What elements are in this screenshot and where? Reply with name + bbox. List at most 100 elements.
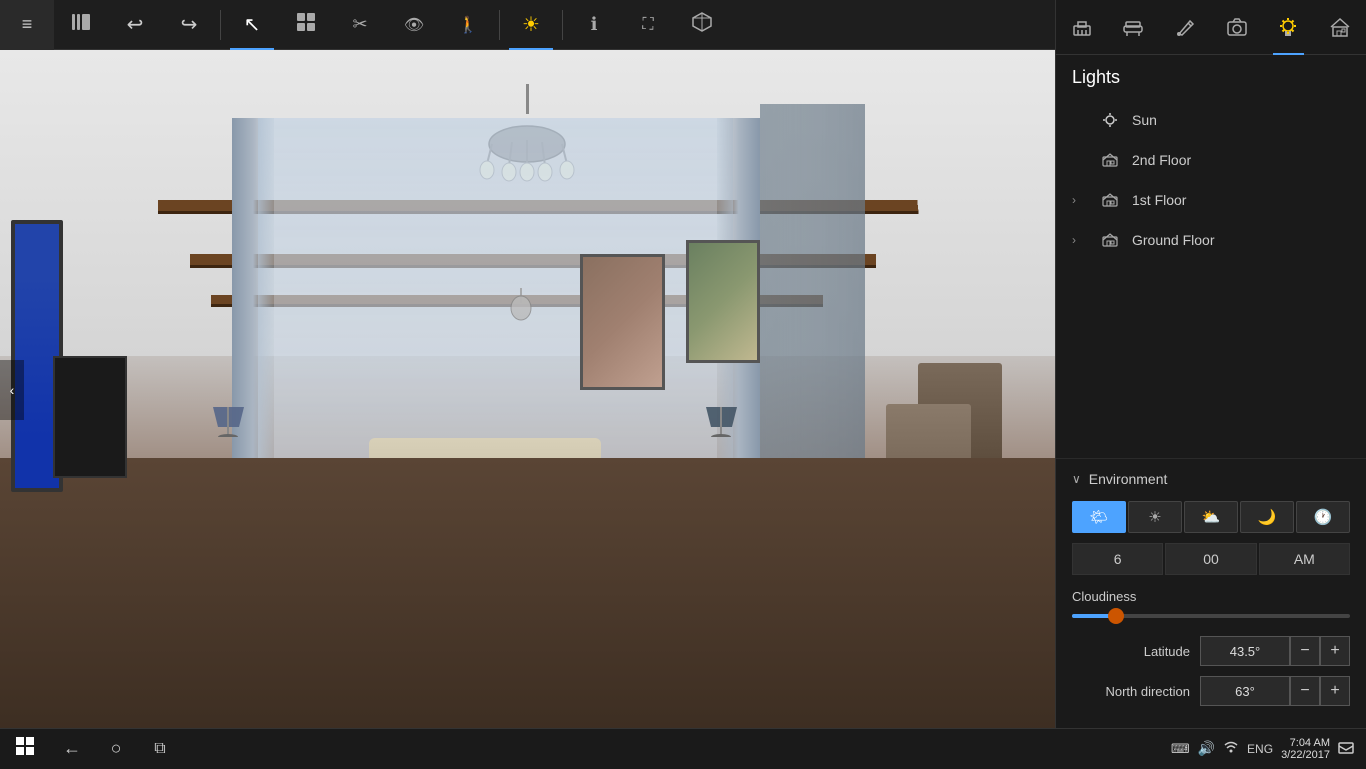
taskbar-circle-button[interactable]: ○	[94, 729, 138, 769]
undo-button[interactable]: ↩	[108, 0, 162, 50]
viewport-canvas: 🌿 🌿	[0, 50, 1055, 730]
weather-btn-sunny[interactable]: ☀	[1128, 501, 1182, 533]
partly-cloudy-icon: 🌤	[1089, 508, 1108, 526]
panel-tool-paint[interactable]	[1166, 7, 1204, 47]
3d-button[interactable]	[675, 0, 729, 50]
weather-btn-night[interactable]: 🌙	[1240, 501, 1294, 533]
latitude-plus-button[interactable]: +	[1320, 636, 1350, 666]
light-item-sun[interactable]: Sun	[1072, 100, 1350, 140]
lights-section: Lights Sun	[1056, 55, 1366, 272]
chandelier-chain	[526, 84, 529, 114]
cloudiness-thumb[interactable]	[1108, 608, 1124, 624]
menu-icon: ≡	[22, 14, 33, 35]
taskbar-back-button[interactable]: ←	[50, 729, 94, 769]
panel-tool-furniture[interactable]	[1114, 7, 1152, 47]
light-item-2nd-floor[interactable]: 2nd Floor	[1072, 140, 1350, 180]
info-icon: ℹ	[591, 14, 598, 35]
cut-button[interactable]: ✂	[333, 0, 387, 50]
eye-icon: 👁	[404, 15, 424, 35]
environment-section: ∨ Environment 🌤 ☀ ⛅ 🌙 🕐 6 00 AM	[1056, 458, 1366, 728]
sun-light-icon	[1098, 108, 1122, 132]
light-label-sun: Sun	[1132, 112, 1157, 128]
weather-btn-clock[interactable]: 🕐	[1296, 501, 1350, 533]
view-button[interactable]: 👁	[387, 0, 441, 50]
search-circle-icon: ○	[111, 738, 122, 759]
fullscreen-icon: ⛶	[642, 16, 653, 34]
light-expand-1st-floor[interactable]: ›	[1072, 193, 1092, 207]
arrange-button[interactable]	[279, 0, 333, 50]
top-toolbar: ≡ ↩ ↪ ↖ ✂ 👁 �	[0, 0, 1055, 50]
clock-date: 3/22/2017	[1281, 749, 1330, 761]
table-lamp-right	[704, 387, 739, 444]
environment-title: Environment	[1089, 471, 1168, 487]
light-label-ground-floor: Ground Floor	[1132, 232, 1214, 248]
light-label-1st-floor: 1st Floor	[1132, 192, 1186, 208]
clock-icon: 🕐	[1314, 508, 1333, 526]
panel-toolbar	[1056, 0, 1366, 55]
floor-light-icon-ground	[1098, 228, 1122, 252]
library-icon	[70, 11, 92, 38]
artwork-2	[686, 240, 760, 362]
select-button[interactable]: ↖	[225, 0, 279, 50]
library-button[interactable]	[54, 0, 108, 50]
windows-icon	[16, 737, 34, 761]
pendant-lamp	[506, 288, 536, 333]
info-button[interactable]: ℹ	[567, 0, 621, 50]
taskbar-language-icon[interactable]: ENG	[1247, 742, 1273, 756]
sunny-icon: ☀	[1148, 508, 1161, 526]
north-direction-minus-button[interactable]: −	[1290, 676, 1320, 706]
tv-panel	[53, 356, 127, 478]
north-direction-plus-button[interactable]: +	[1320, 676, 1350, 706]
latitude-input[interactable]	[1200, 636, 1290, 666]
taskbar-speaker-icon[interactable]: 🔊	[1198, 740, 1215, 757]
table-lamp-left	[211, 387, 246, 444]
cloudiness-label: Cloudiness	[1072, 589, 1350, 604]
weather-btn-cloudy[interactable]: ⛅	[1184, 501, 1238, 533]
taskbar: ← ○ ⧉ ⌨ 🔊 ENG 7:04 AM 3/22/2017	[0, 728, 1366, 768]
toolbar-separator-1	[220, 10, 221, 40]
fullscreen-button[interactable]: ⛶	[621, 0, 675, 50]
environment-header[interactable]: ∨ Environment	[1072, 471, 1350, 487]
taskbar-network-icon[interactable]	[1223, 739, 1239, 758]
arrange-icon	[296, 12, 316, 37]
panel-tool-house[interactable]	[1321, 7, 1359, 47]
light-expand-ground-floor[interactable]: ›	[1072, 233, 1092, 247]
viewport[interactable]: 🌿 🌿 ‹	[0, 50, 1055, 730]
panel-tool-camera[interactable]	[1218, 7, 1256, 47]
artwork-1	[580, 254, 664, 390]
panel-tool-lighting[interactable]	[1269, 7, 1307, 47]
floor-light-icon-2nd	[1098, 148, 1122, 172]
floor	[0, 458, 1055, 730]
panel-spacer	[1056, 272, 1366, 458]
redo-button[interactable]: ↪	[162, 0, 216, 50]
walk-icon: 🚶	[458, 15, 478, 35]
taskbar-window-button[interactable]: ⧉	[138, 729, 182, 769]
light-item-1st-floor[interactable]: › 1st Floor	[1072, 180, 1350, 220]
panel-tool-build[interactable]	[1063, 7, 1101, 47]
cube-icon	[691, 11, 713, 38]
north-direction-input[interactable]	[1200, 676, 1290, 706]
right-panel: Lights Sun	[1055, 0, 1366, 728]
latitude-minus-button[interactable]: −	[1290, 636, 1320, 666]
north-direction-label: North direction	[1072, 684, 1190, 699]
cloudiness-slider[interactable]	[1072, 614, 1350, 618]
taskbar-notification-icon[interactable]	[1338, 739, 1354, 758]
lights-button[interactable]: ☀	[504, 0, 558, 50]
light-item-ground-floor[interactable]: › Ground Floor	[1072, 220, 1350, 260]
latitude-row: Latitude − +	[1072, 636, 1350, 666]
floor-light-icon-1st	[1098, 188, 1122, 212]
taskbar-clock: 7:04 AM 3/22/2017	[1281, 737, 1330, 761]
time-minute[interactable]: 00	[1165, 543, 1256, 575]
taskbar-keyboard-icon[interactable]: ⌨	[1171, 741, 1190, 757]
light-label-2nd-floor: 2nd Floor	[1132, 152, 1191, 168]
lights-title: Lights	[1072, 67, 1350, 88]
weather-btn-sunny-clear[interactable]: 🌤	[1072, 501, 1126, 533]
toolbar-separator-2	[499, 10, 500, 40]
time-period[interactable]: AM	[1259, 543, 1350, 575]
redo-icon: ↪	[181, 12, 198, 37]
walk-button[interactable]: 🚶	[441, 0, 495, 50]
left-nav-arrow[interactable]: ‹	[0, 360, 24, 420]
time-hour[interactable]: 6	[1072, 543, 1163, 575]
menu-button[interactable]: ≡	[0, 0, 54, 50]
start-button[interactable]	[0, 729, 50, 769]
